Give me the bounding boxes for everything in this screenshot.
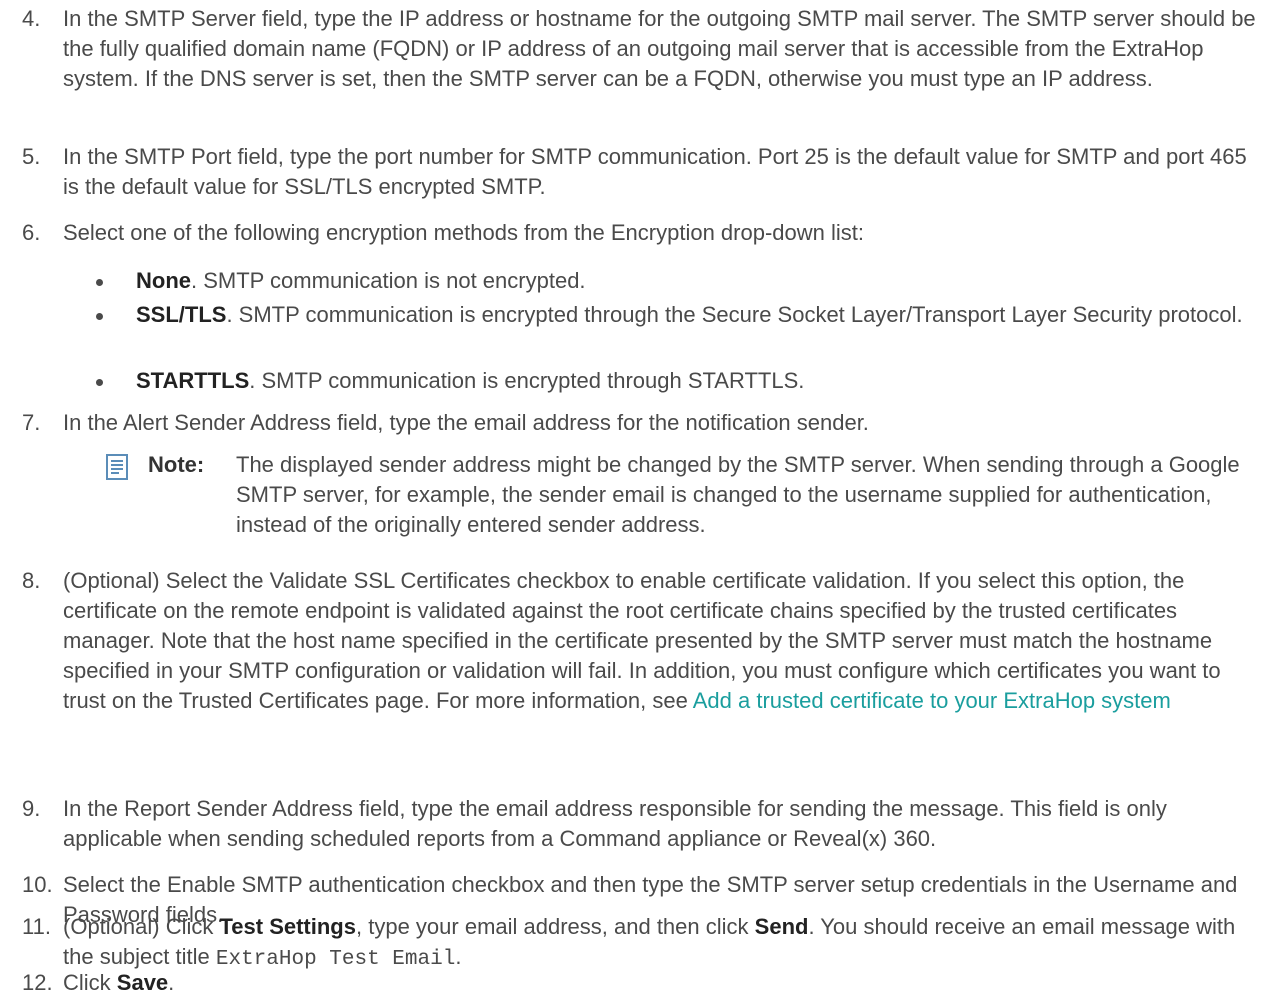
procedure-document: 4. In the SMTP Server field, type the IP… [0, 0, 1277, 1001]
bullet-term: SSL/TLS [136, 302, 227, 327]
send-term: Send [754, 914, 809, 939]
bullet-dot [96, 279, 103, 286]
step-text: , type your email address, and then clic… [356, 914, 755, 939]
save-term: Save [116, 970, 169, 995]
note-text: The displayed sender address might be ch… [236, 452, 1240, 537]
step-number: 11. [22, 914, 51, 939]
bullet-item: SSL/TLS. SMTP communication is encrypted… [96, 300, 1266, 330]
step-number: 12. [22, 970, 53, 995]
step-5: 5. In the SMTP Port field, type the port… [0, 142, 1277, 202]
bullet-desc: . SMTP communication is encrypted throug… [249, 368, 805, 393]
bullet-item: None. SMTP communication is not encrypte… [96, 266, 1266, 296]
step-number: 5. [22, 144, 41, 169]
note-icon [106, 454, 128, 480]
step-11: 11. (Optional) Click Test Settings, type… [0, 912, 1277, 975]
step-text: Select one of the following encryption m… [63, 220, 864, 245]
step-9: 9. In the Report Sender Address field, t… [0, 794, 1277, 854]
bullet-desc: . SMTP communication is encrypted throug… [226, 302, 1243, 327]
bullet-term: None [136, 268, 191, 293]
step-number: 8. [22, 568, 41, 593]
step-number: 10. [22, 872, 53, 897]
step-text: . [168, 970, 175, 995]
step-text: (Optional) Click [63, 914, 220, 939]
step-text: Click [63, 970, 117, 995]
step-text: In the SMTP Server field, type the IP ad… [63, 6, 1256, 91]
step-12: 12. Click Save. [0, 968, 1277, 998]
step-text: . [455, 944, 462, 969]
test-settings-term: Test Settings [219, 914, 356, 939]
step-text: In the Report Sender Address field, type… [63, 796, 1167, 851]
trusted-certificate-link[interactable]: Add a trusted certificate to your ExtraH… [693, 688, 1171, 713]
step-4: 4. In the SMTP Server field, type the IP… [0, 4, 1277, 94]
step-6: 6. Select one of the following encryptio… [0, 218, 1277, 248]
bullet-dot [96, 379, 103, 386]
bullet-dot [96, 313, 103, 320]
step-text: In the Alert Sender Address field, type … [63, 410, 869, 435]
step-text: In the SMTP Port field, type the port nu… [63, 144, 1247, 199]
note-callout: Note: The displayed sender address might… [106, 450, 1266, 540]
bullet-term: STARTTLS [136, 368, 250, 393]
note-label: Note: [148, 452, 205, 477]
bullet-desc: . SMTP communication is not encrypted. [191, 268, 586, 293]
step-number: 4. [22, 6, 41, 31]
step-8: 8. (Optional) Select the Validate SSL Ce… [0, 566, 1277, 716]
step-number: 9. [22, 796, 41, 821]
step-number: 7. [22, 410, 41, 435]
step-7: 7. In the Alert Sender Address field, ty… [0, 408, 1277, 438]
bullet-item: STARTTLS. SMTP communication is encrypte… [96, 366, 1266, 396]
step-number: 6. [22, 220, 41, 245]
